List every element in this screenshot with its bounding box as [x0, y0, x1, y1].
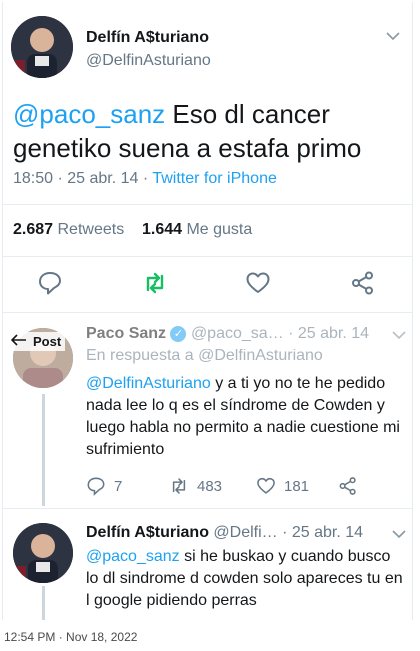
- author-display-name[interactable]: Delfín A$turiano: [86, 29, 209, 47]
- likes-stat[interactable]: 1.644 Me gusta: [142, 221, 252, 238]
- reply-count-button[interactable]: 7: [86, 476, 122, 496]
- tweet-thread-card: Delfín A$turiano @DelfinAsturiano @paco_…: [2, 2, 413, 620]
- reply-text: @paco_sanz si he buskao y cuando busco l…: [86, 546, 406, 612]
- tweet-stats: 2.687 Retweets 1.644 Me gusta: [13, 221, 252, 239]
- tweet-text: @paco_sanz Eso dl cancer genetiko suena …: [13, 97, 408, 165]
- retweet-count-button[interactable]: 483: [169, 476, 222, 496]
- like-icon[interactable]: [245, 270, 271, 296]
- chevron-down-icon[interactable]: [392, 526, 406, 543]
- author-handle[interactable]: @DelfinAsturiano: [86, 52, 211, 70]
- reply-author[interactable]: Delfín A$turiano @Delfi… · 25 abr. 14: [86, 524, 363, 542]
- share-icon[interactable]: [338, 476, 358, 496]
- like-count-button[interactable]: 181: [256, 476, 309, 496]
- retweet-count: 483: [197, 477, 223, 495]
- verified-badge-icon: ✓: [170, 325, 187, 342]
- tweet-actions: [3, 270, 412, 300]
- share-icon[interactable]: [350, 270, 376, 296]
- author-avatar[interactable]: [11, 16, 73, 78]
- like-count: 181: [284, 477, 310, 495]
- reply-count: 7: [114, 477, 123, 495]
- tweet-source-link[interactable]: Twitter for iPhone: [152, 170, 277, 187]
- tweet-meta: 18:50 · 25 abr. 14 · Twitter for iPhone: [13, 170, 277, 188]
- divider: [3, 312, 412, 313]
- reply-handle-time[interactable]: @Delfi… · 25 abr. 14: [213, 524, 363, 541]
- divider: [3, 256, 412, 257]
- reply-display-name[interactable]: Delfín A$turiano: [86, 524, 209, 541]
- reply-mention-link[interactable]: @paco_sanz: [86, 548, 180, 565]
- back-label: Post: [33, 334, 62, 349]
- thread-connector: [42, 586, 45, 620]
- reply-display-name[interactable]: Paco Sanz: [86, 325, 166, 342]
- divider: [3, 508, 412, 509]
- tweet-time[interactable]: 18:50 · 25 abr. 14 ·: [13, 170, 152, 187]
- reply-icon[interactable]: [37, 270, 63, 296]
- thread-connector: [42, 394, 45, 506]
- tweet-mention-link[interactable]: @paco_sanz: [13, 99, 165, 129]
- divider: [3, 204, 412, 205]
- retweet-icon[interactable]: [142, 270, 168, 296]
- reply-text: @DelfinAsturiano y a ti yo no te he pedi…: [86, 373, 406, 461]
- screenshot-timestamp: 12:54 PM · Nov 18, 2022: [4, 630, 138, 644]
- reply-avatar[interactable]: [13, 523, 73, 583]
- reply-handle-time[interactable]: @paco_sa… · 25 abr. 14: [191, 325, 369, 342]
- in-reply-to-text[interactable]: En respuesta a @DelfinAsturiano: [86, 349, 406, 365]
- reply-mention-link[interactable]: @DelfinAsturiano: [86, 375, 211, 392]
- chevron-down-icon[interactable]: [392, 327, 406, 344]
- chevron-down-icon[interactable]: [386, 28, 400, 45]
- reply-author[interactable]: Paco Sanz ✓ @paco_sa… · 25 abr. 14: [86, 325, 369, 343]
- retweets-stat[interactable]: 2.687 Retweets: [13, 221, 124, 238]
- back-arrow-icon[interactable]: [10, 334, 27, 349]
- back-navigation[interactable]: Post: [7, 332, 66, 351]
